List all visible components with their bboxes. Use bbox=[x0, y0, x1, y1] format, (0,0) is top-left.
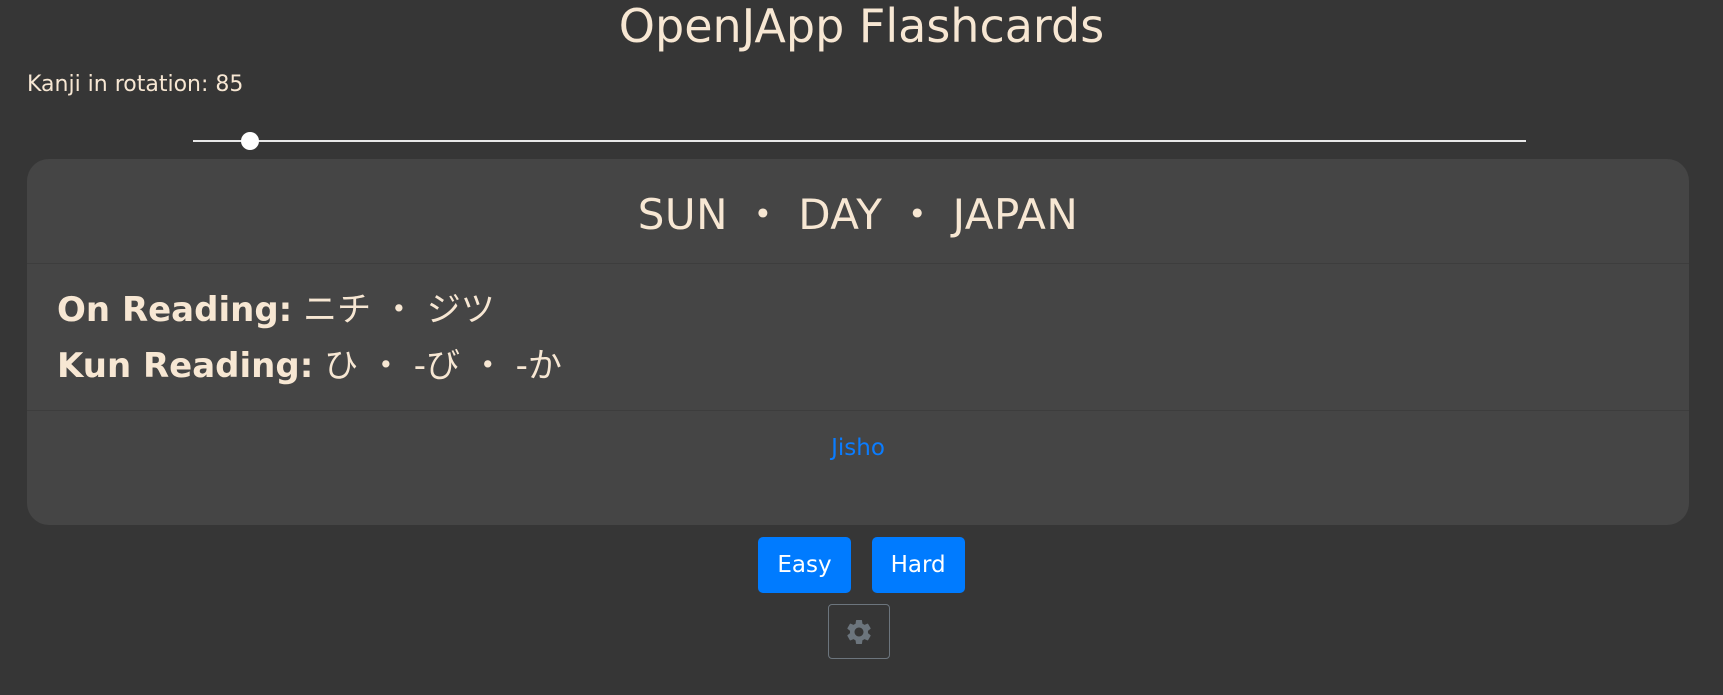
page-title: OpenJApp Flashcards bbox=[618, 0, 1105, 53]
jisho-link[interactable]: Jisho bbox=[831, 435, 885, 524]
on-reading: On Reading: ニチ ・ ジツ bbox=[57, 264, 1659, 338]
flashcards-page: OpenJApp Flashcards Kanji in rotation: 8… bbox=[0, 0, 1723, 695]
kun-reading-value: ひ ・ -び ・ -か bbox=[313, 346, 562, 386]
gear-icon bbox=[847, 619, 871, 644]
kun-reading-label: Kun Reading: bbox=[57, 346, 314, 386]
readings-section: On Reading: ニチ ・ ジツ Kun Reading: ひ ・ -び … bbox=[27, 264, 1689, 411]
settings-button[interactable] bbox=[828, 604, 890, 659]
rotation-slider[interactable] bbox=[193, 130, 1526, 152]
slider-track[interactable] bbox=[193, 140, 1526, 142]
on-reading-label: On Reading: bbox=[57, 290, 293, 330]
card-footer: Jisho bbox=[27, 411, 1689, 524]
easy-button[interactable]: Easy bbox=[758, 537, 851, 593]
kun-reading: Kun Reading: ひ ・ -び ・ -か bbox=[57, 338, 1659, 394]
difficulty-buttons: Easy Hard bbox=[0, 537, 1723, 593]
slider-thumb[interactable] bbox=[241, 132, 260, 150]
hard-button[interactable]: Hard bbox=[871, 537, 965, 593]
kanji-rotation-count: Kanji in rotation: 85 bbox=[27, 72, 244, 97]
on-reading-value: ニチ ・ ジツ bbox=[292, 290, 495, 330]
flashcard: SUN ・ DAY ・ JAPAN On Reading: ニチ ・ ジツ Ku… bbox=[27, 159, 1689, 525]
kanji-meaning: SUN ・ DAY ・ JAPAN bbox=[27, 159, 1689, 264]
